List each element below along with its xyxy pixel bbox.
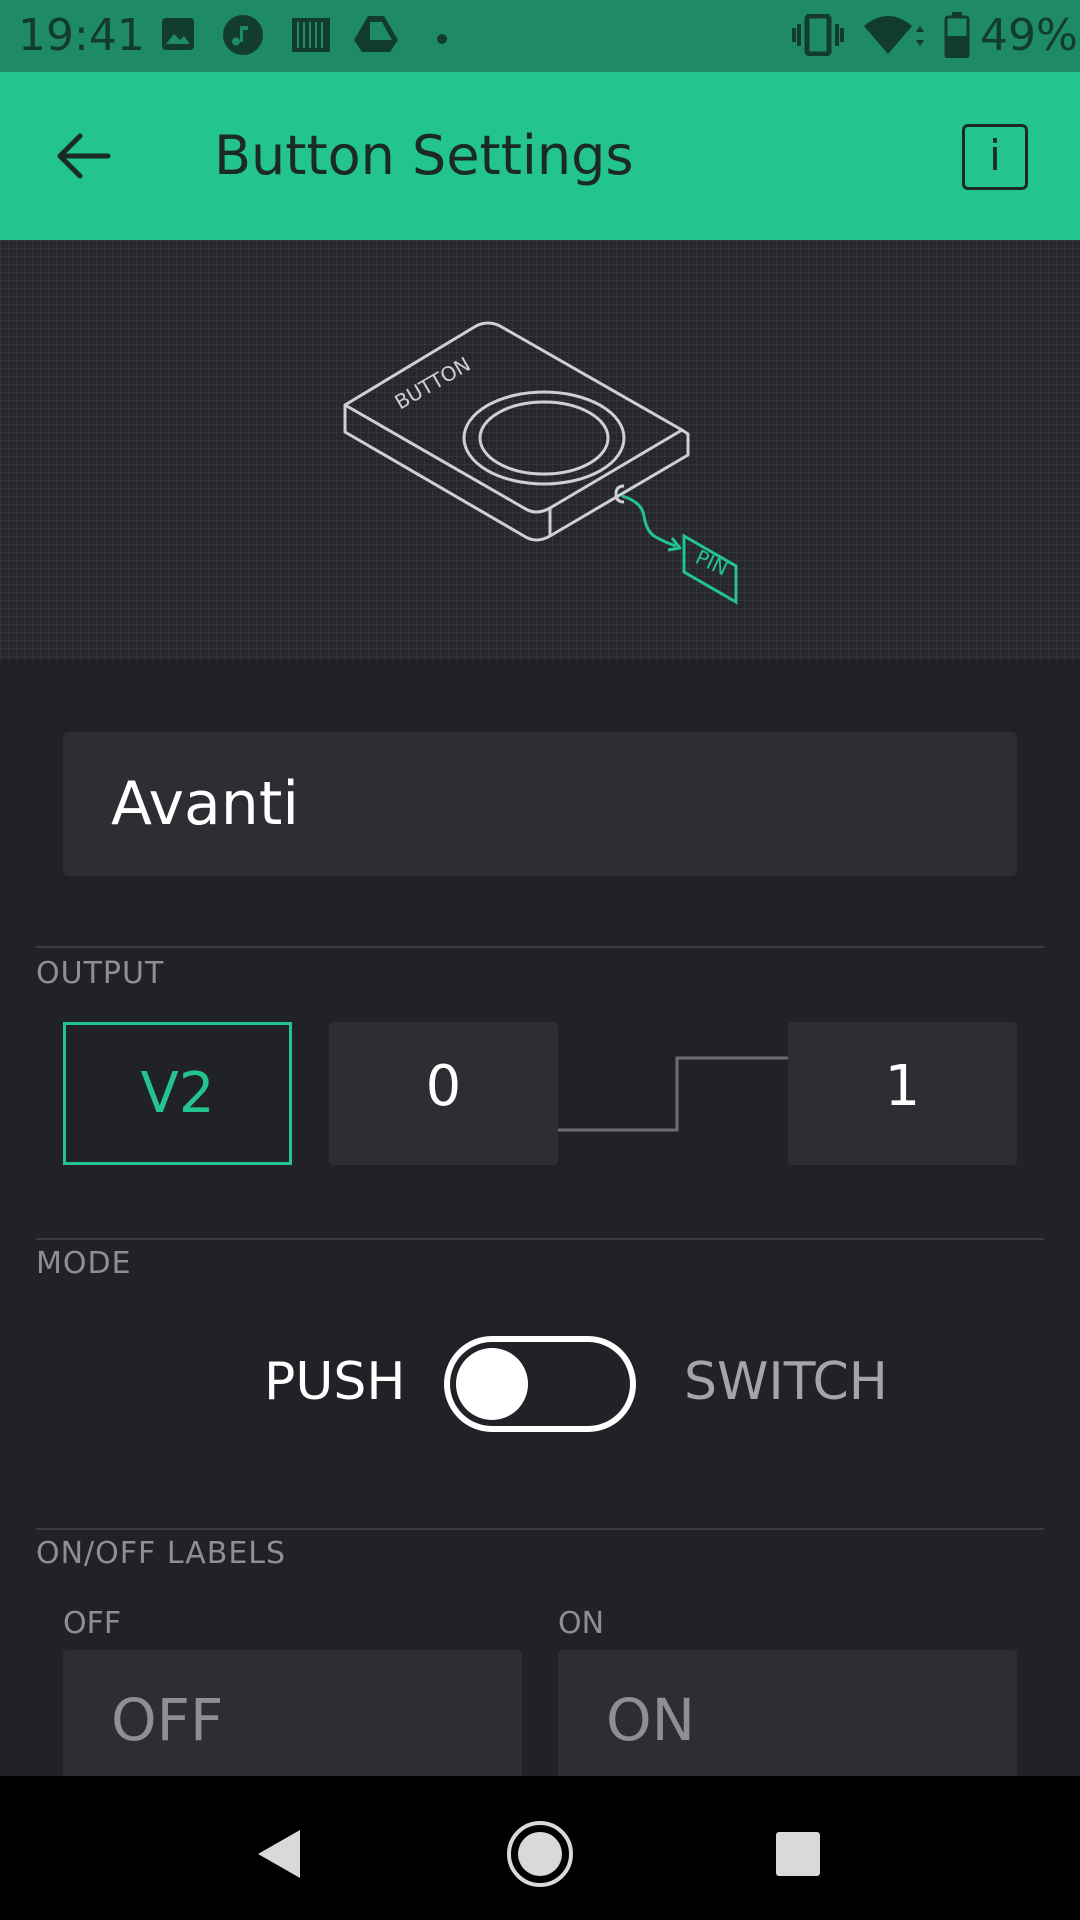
widget-name-input[interactable]: Avanti [63, 732, 1017, 876]
recents-icon [776, 1832, 820, 1876]
divider [36, 1238, 1044, 1240]
back-icon [258, 1830, 300, 1878]
toggle-knob [456, 1348, 528, 1420]
high-value-input[interactable]: 1 [788, 1022, 1017, 1165]
mode-toggle[interactable] [444, 1336, 636, 1432]
divider [36, 1528, 1044, 1530]
widget-illustration: BUTTON PIN [0, 240, 1080, 660]
labels-section-label: ON/OFF LABELS [36, 1536, 287, 1571]
nav-recents-button[interactable] [756, 1812, 840, 1896]
nav-home-button[interactable] [498, 1812, 582, 1896]
vibrate-icon [792, 13, 844, 60]
image-icon [160, 16, 196, 56]
output-step-indicator [558, 1056, 788, 1132]
music-icon [222, 14, 264, 60]
output-section-label: OUTPUT [36, 956, 165, 991]
dot-icon [436, 30, 448, 49]
divider [36, 946, 1044, 948]
status-bar: 19:41 49% [0, 0, 1080, 72]
wifi-icon [862, 14, 924, 60]
mode-option-switch[interactable]: SWITCH [684, 1352, 888, 1412]
off-label-caption: OFF [63, 1606, 122, 1641]
on-label-input[interactable]: ON [558, 1650, 1017, 1790]
off-label-input[interactable]: OFF [63, 1650, 522, 1790]
barcode-app-icon [290, 14, 332, 60]
battery-percentage: 49% [980, 10, 1078, 61]
screen: 19:41 49% Button Settings i BUTTON PIN A… [0, 0, 1080, 1920]
clock: 19:41 [18, 10, 145, 61]
navigation-bar [0, 1776, 1080, 1920]
page-title: Button Settings [214, 124, 634, 187]
low-value-input[interactable]: 0 [329, 1022, 558, 1165]
pin-selector[interactable]: V2 [63, 1022, 292, 1165]
on-label-caption: ON [558, 1606, 605, 1641]
arrow-left-icon [57, 133, 111, 179]
info-button[interactable]: i [962, 124, 1028, 190]
button-device-illustration: BUTTON PIN [343, 321, 738, 605]
pin-label: PIN [692, 545, 732, 581]
mode-option-push[interactable]: PUSH [264, 1352, 406, 1412]
back-button[interactable] [48, 126, 120, 186]
home-icon [507, 1821, 573, 1887]
device-label: BUTTON [391, 352, 475, 414]
mode-section-label: MODE [36, 1246, 132, 1281]
battery-icon [944, 12, 970, 62]
nav-back-button[interactable] [238, 1812, 322, 1896]
drive-icon [354, 14, 398, 58]
